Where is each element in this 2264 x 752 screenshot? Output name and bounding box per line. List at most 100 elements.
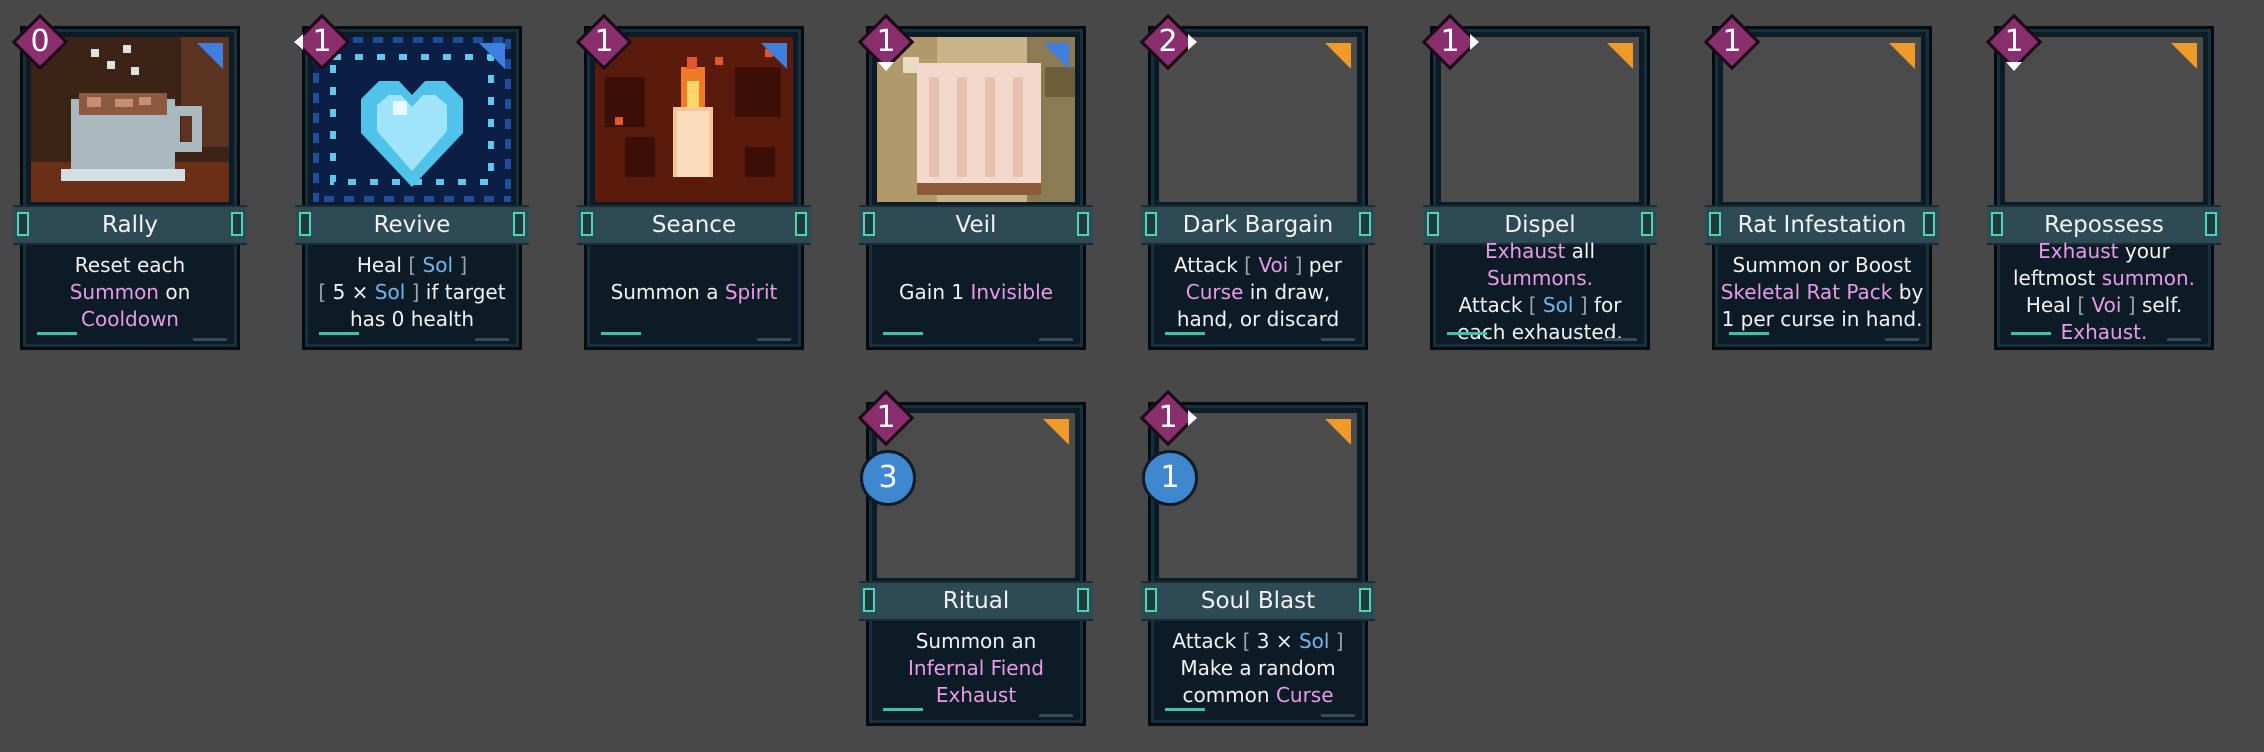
description-line: Heal [ Sol ]: [357, 252, 467, 279]
description-line: Skeletal Rat Pack by: [1721, 279, 1924, 306]
card-frame: Dark Bargain Attack [ Voi ] per Curse in …: [1141, 26, 1375, 350]
cost-value: 1: [1158, 400, 1178, 435]
rarity-gem-icon: [1325, 419, 1351, 445]
card-gallery: Rally Reset each Summon on Cooldown 0 Re…: [0, 0, 2264, 752]
description-text: common: [1182, 682, 1276, 707]
keyword: Skeletal Rat Pack: [1720, 279, 1893, 304]
description-line: leftmost summon.: [2013, 265, 2195, 292]
footer-ornament: [1321, 328, 1355, 341]
card-repossess[interactable]: Repossess Exhaust your leftmost summon. He…: [1980, 8, 2226, 350]
description-text: Heal: [356, 252, 409, 277]
card-ritual[interactable]: Ritual Summon an Infernal Fiend Exhaust 1 …: [852, 384, 1098, 726]
rarity-gem-icon: [1607, 43, 1633, 69]
card-dark-bargain[interactable]: Dark Bargain Attack [ Voi ] per Curse in …: [1134, 8, 1380, 350]
footer-ornament: [2167, 328, 2201, 341]
description-line: Exhaust all: [1485, 238, 1595, 265]
keyword: Voi: [1251, 252, 1295, 277]
description-line: Make a random: [1180, 655, 1335, 682]
card-soul-blast[interactable]: Soul Blast Attack [ 3 × Sol ] Make a rand…: [1134, 384, 1380, 726]
description-text: in draw,: [1243, 279, 1331, 304]
keyword: Exhaust: [935, 682, 1017, 707]
card-name: Veil: [859, 205, 1093, 245]
description-text: on: [158, 279, 191, 304]
card-description: Exhaust all Summons. Attack [ Sol ] for eac…: [1441, 239, 1639, 344]
card-frame: Dispel Exhaust all Summons. Attack [ Sol ]…: [1423, 26, 1657, 350]
footer-ornament: [1603, 328, 1637, 341]
description-text: Gain 1: [899, 279, 971, 304]
keyword: Summon: [69, 279, 159, 304]
footer-ornament: [757, 328, 791, 341]
keyword: Curse: [1275, 682, 1334, 707]
rarity-gem-icon: [197, 43, 223, 69]
description-line: Exhaust: [936, 682, 1016, 709]
footer-ornament: [883, 708, 923, 719]
card-dispel[interactable]: Dispel Exhaust all Summons. Attack [ Sol ]…: [1416, 8, 1662, 350]
card-revive[interactable]: Revive Heal [ Sol ][ 5 × Sol ] if target…: [288, 8, 534, 350]
card-rally[interactable]: Rally Reset each Summon on Cooldown 0: [6, 8, 252, 350]
card-name: Soul Blast: [1141, 581, 1375, 621]
footer-ornament: [319, 332, 359, 343]
rarity-gem-icon: [1043, 419, 1069, 445]
footer-ornament: [883, 332, 923, 343]
card-frame: Rat Infestation Summon or Boost Skeletal …: [1705, 26, 1939, 350]
description-line: has 0 health: [350, 306, 474, 333]
cost-badge: 1: [856, 388, 916, 448]
cost-badge: 1: [574, 12, 634, 72]
cost-value: 1: [312, 24, 332, 59]
footer-ornament: [1729, 332, 1769, 343]
footer-ornament: [37, 332, 77, 343]
description-text: Attack: [1173, 252, 1245, 277]
card-frame: Soul Blast Attack [ 3 × Sol ] Make a rand…: [1141, 402, 1375, 726]
description-text: [: [2077, 293, 2086, 317]
keyword: Sol: [1536, 293, 1580, 317]
card-name: Seance: [577, 205, 811, 245]
keyword: Voi: [2085, 293, 2128, 317]
keyword: Summons.: [1486, 266, 1594, 290]
footer-ornament: [1165, 332, 1205, 343]
charge-value: 1: [1160, 460, 1180, 495]
card-name: Rally: [13, 205, 247, 245]
keyword: Sol: [416, 252, 460, 277]
description-text: 3 ×: [1250, 628, 1299, 653]
cost-value: 0: [30, 24, 50, 59]
cost-badge: 1: [856, 12, 916, 72]
description-text: [: [1528, 293, 1537, 317]
description-text: [: [1244, 252, 1252, 277]
rarity-gem-icon: [761, 43, 787, 69]
card-frame: Rally Reset each Summon on Cooldown: [13, 26, 247, 350]
cost-badge: 1: [1138, 388, 1198, 448]
card-seance[interactable]: Seance Summon a Spirit 1: [570, 8, 816, 350]
card-veil[interactable]: Veil Gain 1 Invisible 1: [852, 8, 1098, 350]
keyword: Sol: [374, 279, 406, 304]
description-text: by: [1892, 279, 1924, 304]
description-text: ]: [1579, 293, 1588, 317]
rarity-gem-icon: [1889, 43, 1915, 69]
keyword: Cooldown: [81, 306, 179, 331]
description-text: self.: [2135, 293, 2183, 317]
description-text: Heal: [2025, 293, 2078, 317]
keyword: Exhaust.: [2060, 320, 2148, 344]
rarity-gem-icon: [1325, 43, 1351, 69]
footer-ornament: [1039, 328, 1073, 341]
description-text: has 0 health: [349, 306, 475, 331]
card-description: Summon a Spirit: [595, 247, 793, 337]
description-text: Attack: [1458, 293, 1529, 317]
description-text: per: [1302, 252, 1343, 277]
keyword: Exhaust: [2038, 239, 2119, 263]
description-line: Summon a Spirit: [611, 279, 778, 306]
card-name: Revive: [295, 205, 529, 245]
description-text: Attack: [1172, 628, 1243, 653]
description-text: Summon an: [915, 628, 1037, 653]
description-text: for: [1587, 293, 1622, 317]
description-text: Reset each: [74, 252, 186, 277]
description-line: Summons.: [1487, 265, 1593, 292]
cost-value: 1: [876, 400, 896, 435]
card-description: Summon or Boost Skeletal Rat Pack by 1 per…: [1721, 247, 1924, 337]
description-line: Summon on: [70, 279, 191, 306]
rarity-gem-icon: [2171, 43, 2197, 69]
keyword: summon.: [2101, 266, 2196, 290]
description-text: Summon a: [610, 279, 725, 304]
rarity-gem-icon: [479, 43, 505, 69]
card-description: Heal [ Sol ][ 5 × Sol ] if target has 0 h…: [313, 247, 511, 337]
card-rat-infestation[interactable]: Rat Infestation Summon or Boost Skeletal …: [1698, 8, 1944, 350]
